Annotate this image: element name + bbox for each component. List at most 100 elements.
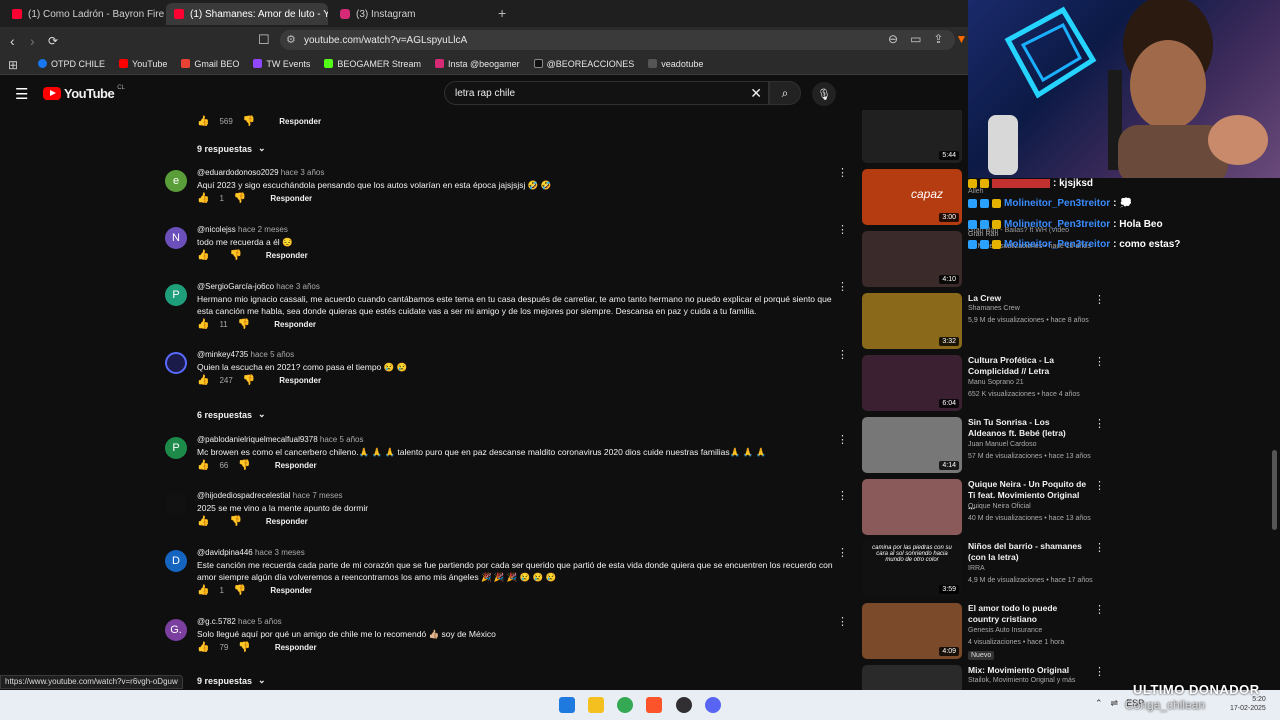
video-thumbnail[interactable]: 4:09 bbox=[862, 603, 962, 659]
bookmark-youtube[interactable]: YouTube bbox=[119, 59, 167, 69]
replies-toggle[interactable]: 9 respuestas ⌄ bbox=[197, 143, 266, 154]
comment-author[interactable]: @SergioGarcía-jo6co bbox=[197, 282, 274, 291]
like-icon[interactable]: 👍 bbox=[197, 585, 209, 596]
dislike-icon[interactable]: 👎 bbox=[238, 460, 250, 471]
avatar[interactable]: e bbox=[165, 170, 187, 192]
comment-time[interactable]: hace 3 meses bbox=[255, 548, 305, 557]
dislike-icon[interactable]: 👎 bbox=[229, 516, 241, 527]
discord-icon[interactable] bbox=[705, 697, 721, 713]
comment-author[interactable]: @eduardodonoso2029 bbox=[197, 168, 279, 177]
dislike-icon[interactable]: 👎 bbox=[238, 319, 250, 330]
related-video[interactable]: Quique Neira - Un Poquito de Ti feat. Mo… bbox=[862, 479, 1110, 539]
reply-button[interactable]: Responder bbox=[270, 194, 312, 203]
tab-2[interactable]: (1) Shamanes: Amor de luto - Yo ✕ bbox=[166, 3, 328, 25]
related-video[interactable]: Mix: Movimiento Original Stailok, Movimie… bbox=[862, 665, 1110, 690]
site-info-icon[interactable]: ⚙ bbox=[286, 33, 296, 46]
page-scrollbar[interactable] bbox=[1272, 450, 1277, 530]
share-icon[interactable]: ⇪ bbox=[933, 32, 943, 46]
comment-author[interactable]: @pablodanielriquelmecalfual9378 bbox=[197, 435, 318, 444]
apps-grid-icon[interactable]: ⊞ bbox=[8, 58, 18, 72]
video-channel[interactable]: Stailok, Movimiento Original y más bbox=[968, 677, 1075, 684]
like-icon[interactable]: 👍 bbox=[197, 250, 209, 261]
file-explorer-icon[interactable] bbox=[588, 697, 604, 713]
avatar[interactable] bbox=[165, 352, 187, 374]
brave-shield-icon[interactable]: ▼ bbox=[955, 32, 967, 46]
comment-time[interactable]: hace 2 meses bbox=[238, 225, 288, 234]
search-input[interactable]: letra rap chile ✕ bbox=[444, 81, 769, 105]
more-actions-icon[interactable]: ⋮ bbox=[837, 280, 848, 293]
comment-time[interactable]: hace 5 años bbox=[251, 350, 295, 359]
video-thumbnail[interactable]: 4:10 bbox=[862, 231, 962, 287]
avatar[interactable]: P bbox=[165, 284, 187, 306]
avatar[interactable]: P bbox=[165, 437, 187, 459]
dislike-icon[interactable]: 👎 bbox=[243, 375, 255, 386]
reply-button[interactable]: Responder bbox=[279, 117, 321, 126]
related-video[interactable]: 6:04 Cultura Profética - La Complicidad /… bbox=[862, 355, 1110, 415]
voice-search-button[interactable]: 🎙 bbox=[812, 82, 836, 106]
menu-icon[interactable]: ☰ bbox=[15, 85, 28, 103]
video-channel[interactable]: Quique Neira Oficial bbox=[968, 503, 1031, 510]
bookmark-otpd[interactable]: OTPD CHILE bbox=[38, 59, 105, 69]
video-channel[interactable]: Shamanes Crew bbox=[968, 305, 1020, 312]
comment-author[interactable]: @nicolejss bbox=[197, 225, 236, 234]
avatar[interactable] bbox=[165, 493, 187, 515]
chrome-icon[interactable] bbox=[617, 697, 633, 713]
obs-icon[interactable] bbox=[676, 697, 692, 713]
video-thumbnail[interactable]: 3:32 bbox=[862, 293, 962, 349]
related-video[interactable]: camina por las piedras con su cara al so… bbox=[862, 541, 1110, 601]
video-thumbnail[interactable]: camina por las piedras con su cara al so… bbox=[862, 541, 962, 597]
network-icon[interactable]: ⇌ bbox=[1111, 698, 1119, 709]
more-actions-icon[interactable]: ⋮ bbox=[1094, 479, 1105, 492]
video-channel[interactable]: Juan Manuel Cardoso bbox=[968, 441, 1037, 448]
avatar[interactable]: N bbox=[165, 227, 187, 249]
more-actions-icon[interactable]: ⋮ bbox=[1094, 293, 1105, 306]
more-actions-icon[interactable]: ⋮ bbox=[837, 166, 848, 179]
reply-button[interactable]: Responder bbox=[266, 251, 308, 260]
clock[interactable]: 5:20 17-02-2025 bbox=[1230, 695, 1266, 713]
more-actions-icon[interactable]: ⋮ bbox=[1094, 355, 1105, 368]
replies-toggle[interactable]: 6 respuestas ⌄ bbox=[197, 409, 266, 420]
like-icon[interactable]: 👍 bbox=[197, 642, 209, 653]
new-tab-icon[interactable]: + bbox=[498, 5, 506, 21]
dislike-icon[interactable]: 👎 bbox=[243, 116, 255, 127]
back-icon[interactable]: ‹ bbox=[10, 33, 15, 49]
cast-icon[interactable]: ▭ bbox=[910, 32, 921, 46]
video-channel[interactable]: Manu Soprano 21 bbox=[968, 379, 1024, 386]
related-video[interactable]: 3:32 La Crew Shamanes Crew 5,9 M de visuali… bbox=[862, 293, 1110, 353]
comment-author[interactable]: @hijodediospadrecelestial bbox=[197, 491, 291, 500]
video-thumbnail[interactable] bbox=[862, 479, 962, 535]
tab-3[interactable]: (3) Instagram bbox=[332, 3, 492, 25]
reply-button[interactable]: Responder bbox=[275, 461, 317, 470]
video-channel[interactable]: Genesis Auto Insurance bbox=[968, 627, 1042, 634]
avatar[interactable]: D bbox=[165, 550, 187, 572]
tray-expand-icon[interactable]: ⌃ bbox=[1095, 698, 1103, 709]
more-actions-icon[interactable]: ⋮ bbox=[837, 546, 848, 559]
comment-author[interactable]: @davidpina446 bbox=[197, 548, 253, 557]
comment-time[interactable]: hace 3 años bbox=[276, 282, 320, 291]
like-icon[interactable]: 👍 bbox=[197, 116, 209, 127]
video-title[interactable]: Cultura Profética - La Complicidad // Le… bbox=[968, 355, 1088, 377]
video-thumbnail[interactable]: 6:04 bbox=[862, 355, 962, 411]
reply-button[interactable]: Responder bbox=[279, 376, 321, 385]
like-icon[interactable]: 👍 bbox=[197, 375, 209, 386]
address-field[interactable]: ⚙ youtube.com/watch?v=AGLspyuLlcA bbox=[280, 30, 955, 50]
youtube-logo[interactable]: YouTube CL bbox=[43, 85, 125, 101]
brave-icon[interactable] bbox=[646, 697, 662, 713]
comment-author[interactable]: @minkey4735 bbox=[197, 350, 248, 359]
video-thumbnail[interactable]: 5:44 bbox=[862, 110, 962, 163]
comment-time[interactable]: hace 3 años bbox=[281, 168, 325, 177]
reply-button[interactable]: Responder bbox=[275, 643, 317, 652]
more-actions-icon[interactable]: ⋮ bbox=[837, 348, 848, 361]
comment-author[interactable]: @g.c.5782 bbox=[197, 617, 236, 626]
avatar[interactable]: G. bbox=[165, 619, 187, 641]
video-channel[interactable]: IRRA bbox=[968, 565, 985, 572]
reply-button[interactable]: Responder bbox=[266, 517, 308, 526]
more-actions-icon[interactable]: ⋮ bbox=[1094, 665, 1105, 678]
start-icon[interactable] bbox=[559, 697, 575, 713]
bookmark-veadotube[interactable]: veadotube bbox=[648, 59, 703, 69]
related-video[interactable]: 4:14 Sin Tu Sonrisa - Los Aldeanos ft. Be… bbox=[862, 417, 1110, 477]
video-thumbnail[interactable]: capaz 3:00 bbox=[862, 169, 962, 225]
like-icon[interactable]: 👍 bbox=[197, 193, 209, 204]
like-icon[interactable]: 👍 bbox=[197, 460, 209, 471]
like-icon[interactable]: 👍 bbox=[197, 516, 209, 527]
